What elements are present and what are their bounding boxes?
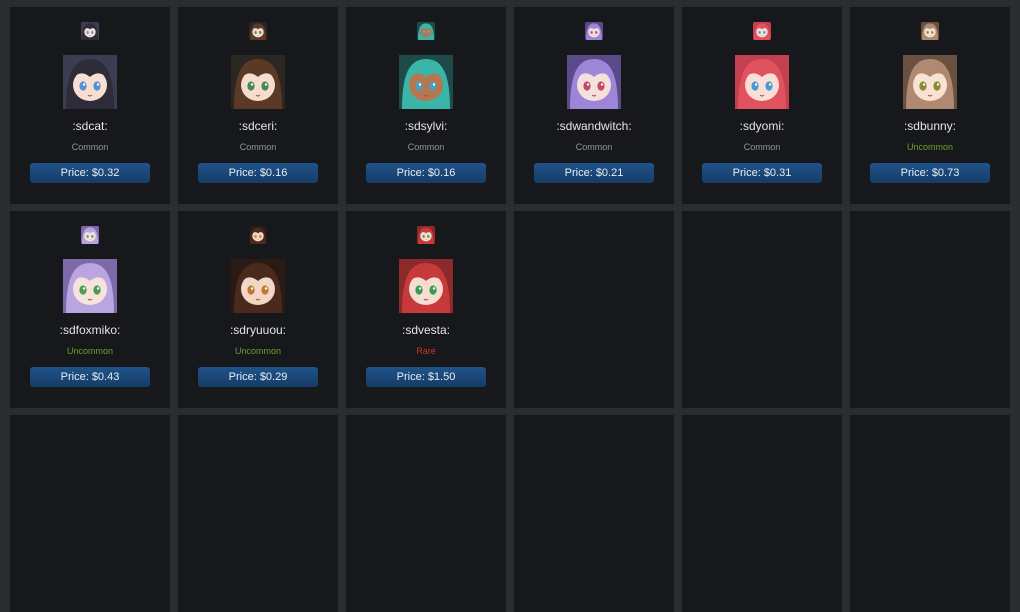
emote-name: :sdvesta: [401, 323, 451, 337]
girl-avatar-icon [399, 55, 453, 109]
emote-name: :sdcat: [72, 119, 108, 133]
empty-slot [514, 211, 674, 408]
emote-name: :sdwandwitch: [556, 119, 632, 133]
price-button[interactable]: Price: $0.29 [198, 367, 318, 387]
small-girl-avatar-icon [249, 22, 267, 40]
emote-grid: :sdcat: Common Price: $0.32 :sdceri: Com… [10, 7, 1010, 612]
empty-slot [682, 211, 842, 408]
emote-name: :sdceri: [238, 119, 278, 133]
price-button[interactable]: Price: $0.21 [534, 163, 654, 183]
girl-avatar-icon [231, 55, 285, 109]
rarity-label: Common [743, 142, 781, 152]
price-button[interactable]: Price: $1.50 [366, 367, 486, 387]
empty-slot [178, 415, 338, 612]
rarity-label: Uncommon [66, 346, 113, 356]
emote-card: :sdwandwitch: Common Price: $0.21 [514, 7, 674, 204]
girl-avatar-icon [399, 259, 453, 313]
girl-avatar-icon [63, 55, 117, 109]
emote-name: :sdsylvi: [404, 119, 448, 133]
emote-name: :sdryuuou: [229, 323, 287, 337]
small-girl-avatar-icon [81, 226, 99, 244]
empty-slot [850, 211, 1010, 408]
price-button[interactable]: Price: $0.43 [30, 367, 150, 387]
price-button[interactable]: Price: $0.16 [198, 163, 318, 183]
rarity-label: Uncommon [906, 142, 953, 152]
empty-slot [682, 415, 842, 612]
emote-card: :sdbunny: Uncommon Price: $0.73 [850, 7, 1010, 204]
emote-card: :sdvesta: Rare Price: $1.50 [346, 211, 506, 408]
emote-card: :sdryuuou: Uncommon Price: $0.29 [178, 211, 338, 408]
rarity-label: Common [71, 142, 109, 152]
price-button[interactable]: Price: $0.32 [30, 163, 150, 183]
rarity-label: Uncommon [234, 346, 281, 356]
girl-avatar-icon [63, 259, 117, 313]
small-girl-avatar-icon [81, 22, 99, 40]
emote-name: :sdyomi: [739, 119, 785, 133]
empty-slot [514, 415, 674, 612]
girl-avatar-icon [231, 259, 285, 313]
small-girl-avatar-icon [585, 22, 603, 40]
price-button[interactable]: Price: $0.73 [870, 163, 990, 183]
empty-slot [10, 415, 170, 612]
small-girl-avatar-icon [249, 226, 267, 244]
price-button[interactable]: Price: $0.16 [366, 163, 486, 183]
rarity-label: Rare [416, 346, 436, 356]
girl-avatar-icon [735, 55, 789, 109]
empty-slot [346, 415, 506, 612]
emote-card: :sdsylvi: Common Price: $0.16 [346, 7, 506, 204]
small-girl-avatar-icon [921, 22, 939, 40]
girl-avatar-icon [903, 55, 957, 109]
girl-avatar-icon [567, 55, 621, 109]
emote-name: :sdfoxmiko: [59, 323, 121, 337]
emote-card: :sdfoxmiko: Uncommon Price: $0.43 [10, 211, 170, 408]
small-girl-avatar-icon [417, 226, 435, 244]
price-button[interactable]: Price: $0.31 [702, 163, 822, 183]
emote-card: :sdcat: Common Price: $0.32 [10, 7, 170, 204]
empty-slot [850, 415, 1010, 612]
emote-card: :sdceri: Common Price: $0.16 [178, 7, 338, 204]
small-girl-avatar-icon [753, 22, 771, 40]
emote-card: :sdyomi: Common Price: $0.31 [682, 7, 842, 204]
emote-name: :sdbunny: [903, 119, 957, 133]
rarity-label: Common [239, 142, 277, 152]
rarity-label: Common [407, 142, 445, 152]
rarity-label: Common [575, 142, 613, 152]
small-girl-avatar-icon [417, 22, 435, 40]
